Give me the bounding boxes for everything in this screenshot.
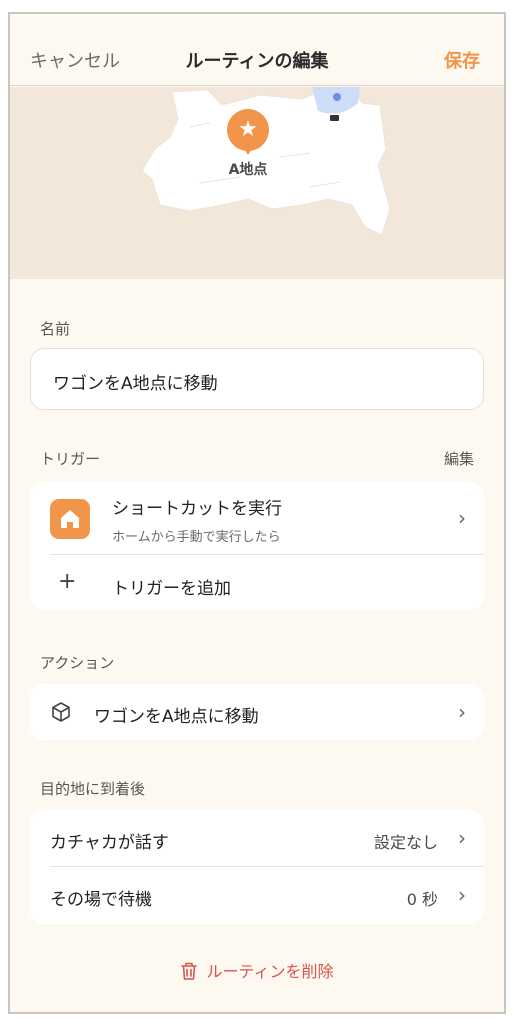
arrival-item-wait[interactable]: その場で待機 0 秒 › [30, 867, 484, 924]
cube-icon [50, 701, 72, 727]
arrival-section-label: 目的地に到着後 [40, 780, 146, 798]
location-pin-label: A地点 [228, 162, 268, 178]
chevron-right-icon: › [458, 826, 466, 850]
add-trigger-label: トリガーを追加 [112, 579, 231, 599]
page-title: ルーティンの編集 [185, 51, 329, 72]
action-item-title: ワゴンをA地点に移動 [94, 707, 259, 727]
robot-position-marker [333, 93, 341, 101]
chevron-right-icon: › [458, 883, 466, 907]
trigger-item-shortcut[interactable]: ショートカットを実行 ホームから手動で実行したら › [30, 482, 484, 554]
navigation-bar: キャンセル ルーティンの編集 保存 [10, 14, 504, 86]
action-section-label: アクション [40, 654, 115, 672]
delete-routine-button[interactable]: ルーティンを削除 [180, 958, 334, 982]
delete-routine-row: ルーティンを削除 [10, 958, 504, 982]
pin-tail [243, 147, 253, 155]
trigger-card: ショートカットを実行 ホームから手動で実行したら › + トリガーを追加 [30, 482, 484, 610]
trigger-edit-button[interactable]: 編集 [444, 448, 474, 469]
chevron-right-icon: › [458, 700, 466, 724]
add-trigger-button[interactable]: + トリガーを追加 [30, 555, 484, 610]
trash-icon [181, 962, 198, 980]
robot-icon [330, 115, 339, 121]
chevron-right-icon: › [458, 506, 466, 530]
name-section-label: 名前 [40, 320, 71, 338]
arrival-item-value: 0 秒 [406, 890, 438, 909]
arrival-item-title: カチャカが話す [50, 833, 169, 853]
home-icon [50, 499, 90, 539]
plus-icon: + [58, 569, 77, 594]
routine-name-field[interactable]: ワゴンをA地点に移動 [30, 348, 484, 410]
arrival-item-value: 設定なし [373, 833, 438, 852]
arrival-item-title: その場で待機 [50, 890, 152, 910]
arrival-item-speak[interactable]: カチャカが話す 設定なし › [30, 810, 484, 866]
trigger-section-label: トリガー [40, 450, 101, 468]
delete-routine-label: ルーティンを削除 [206, 962, 334, 981]
trigger-item-subtitle: ホームから手動で実行したら [112, 530, 281, 545]
arrival-card: カチャカが話す 設定なし › その場で待機 0 秒 › [30, 810, 484, 924]
save-button[interactable]: 保存 [444, 47, 480, 73]
routine-name-value[interactable]: ワゴンをA地点に移動 [53, 369, 218, 394]
action-item-move-wagon[interactable]: ワゴンをA地点に移動 › [30, 684, 484, 740]
action-card: ワゴンをA地点に移動 › [30, 684, 484, 740]
star-icon[interactable]: ★ [227, 109, 269, 151]
trigger-item-title: ショートカットを実行 [112, 499, 282, 519]
map-preview[interactable]: ★ A地点 [10, 87, 504, 279]
routine-edit-screen: キャンセル ルーティンの編集 保存 ★ A地点 名前 ワゴンをA地点に移動 トリ… [8, 12, 506, 1014]
